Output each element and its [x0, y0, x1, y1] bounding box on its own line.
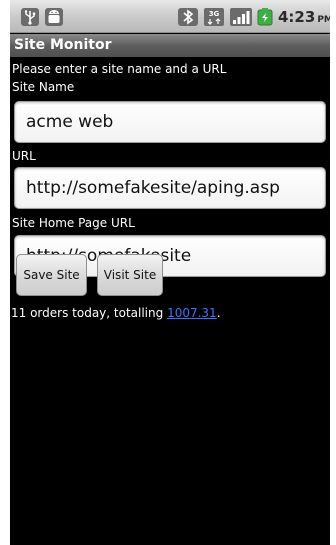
- svg-text:3G: 3G: [209, 10, 220, 18]
- site-name-label: Site Name: [12, 80, 75, 94]
- orders-summary: 11 orders today, totalling 1007.31.: [11, 306, 221, 320]
- site-name-field[interactable]: [14, 101, 326, 143]
- home-page-url-label: Site Home Page URL: [12, 216, 135, 230]
- orders-total-link[interactable]: 1007.31: [167, 306, 217, 320]
- usb-icon: [20, 7, 40, 27]
- 3g-network-icon: 3G: [203, 7, 225, 27]
- status-bar: 3G 4:23 PM: [10, 0, 330, 33]
- visit-site-button[interactable]: Visit Site: [97, 254, 163, 296]
- status-clock: 4:23 PM: [278, 8, 330, 26]
- save-site-button[interactable]: Save Site: [16, 254, 87, 296]
- url-label: URL: [12, 149, 36, 163]
- battery-icon: [257, 7, 273, 27]
- phone-screen: 3G 4:23 PM Site Monitor Please enter a s…: [10, 0, 330, 545]
- app-title-bar: Site Monitor: [10, 34, 330, 57]
- android-icon: [44, 7, 64, 27]
- signal-bars-icon: [229, 7, 253, 27]
- url-field[interactable]: [14, 167, 326, 209]
- bluetooth-icon: [177, 7, 199, 27]
- instructions-text: Please enter a site name and a URL: [12, 62, 227, 76]
